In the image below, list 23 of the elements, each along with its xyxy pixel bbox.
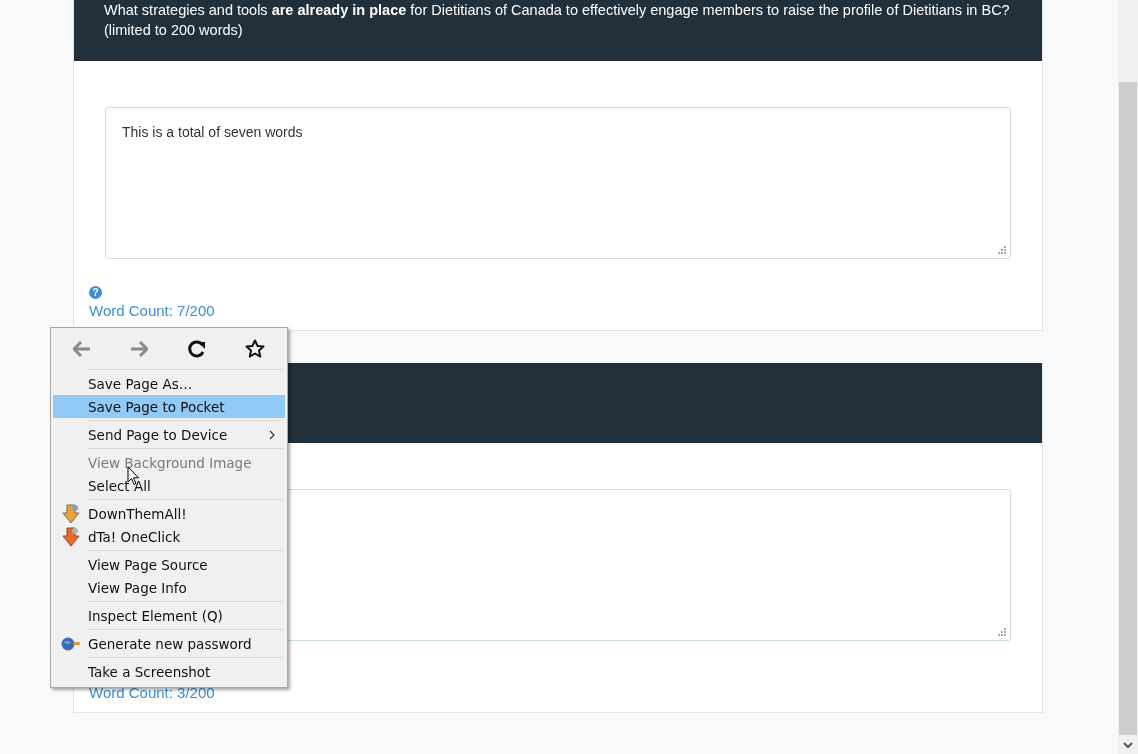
scrollbar[interactable] <box>1118 0 1138 754</box>
word-count: Word Count: 7/200 <box>89 303 215 318</box>
answer-field[interactable]: This is a total of seven words <box>105 107 1011 259</box>
menu-item[interactable]: dTa! OneClick <box>53 525 285 548</box>
chevron-down-icon[interactable] <box>1123 742 1133 749</box>
menu-item[interactable]: Select All <box>53 474 285 497</box>
question-text: What strategies and tools are already in place for Dietitians of Canada to effectively engage members to raise the profile of Dietitians in BC? (limited to 200 words) <box>104 1 1011 40</box>
menu-item[interactable]: Take a Screenshot <box>53 660 285 683</box>
menu-item[interactable]: View Page Info <box>53 576 285 599</box>
menu-item[interactable]: View Page Source <box>53 553 285 576</box>
menu-item[interactable]: Save Page As… <box>53 372 285 395</box>
globe-key-icon <box>60 636 81 651</box>
arrow-down-icon <box>61 526 80 547</box>
menu-item[interactable]: Save Page to Pocket <box>53 395 285 418</box>
menu-item[interactable]: DownThemAll! <box>53 502 285 525</box>
word-count: Word Count: 3/200 <box>89 685 215 700</box>
menu-item[interactable]: Generate new password <box>53 632 285 655</box>
menu-item[interactable]: Inspect Element (Q) <box>53 604 285 627</box>
arrow-down-icon <box>61 503 80 524</box>
scrollbar-thumb[interactable] <box>1119 82 1137 735</box>
menu-item[interactable]: Send Page to Device <box>53 423 285 446</box>
resize-grip-icon[interactable] <box>997 245 1006 254</box>
resize-grip-icon[interactable] <box>997 627 1006 636</box>
